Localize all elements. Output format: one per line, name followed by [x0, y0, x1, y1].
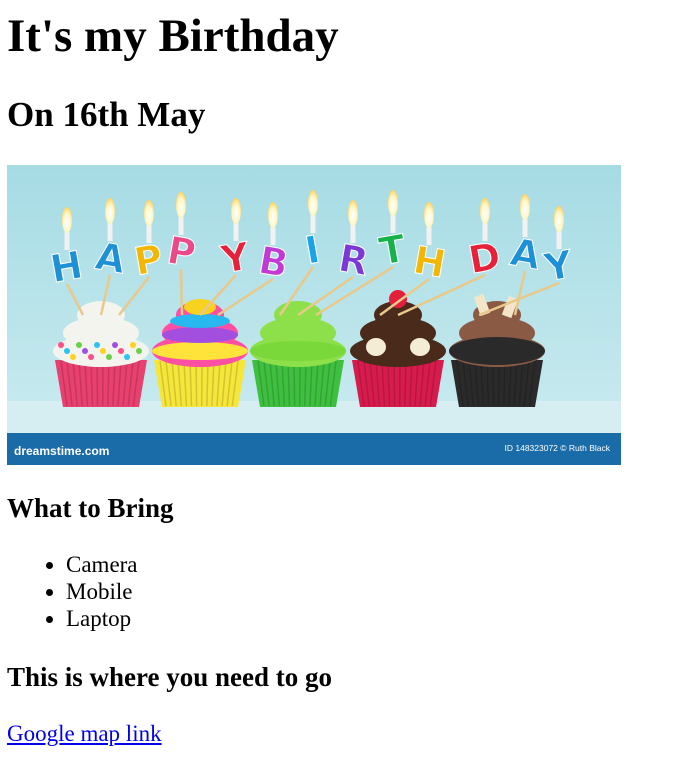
candle-flame: [105, 198, 115, 224]
sprinkle: [130, 342, 136, 348]
frosting-band: [170, 314, 230, 328]
sprinkle: [124, 354, 130, 360]
list-item: Mobile: [66, 578, 138, 605]
page-title: It's my Birthday: [7, 10, 339, 62]
banner-footer-brand: dreamstime.com: [14, 444, 109, 458]
wrapper-pleat: [492, 360, 495, 407]
wrapper-pleat: [96, 360, 99, 407]
candle-flame: [520, 194, 530, 220]
candle-flame: [268, 202, 278, 228]
list-item: Laptop: [66, 605, 138, 632]
sprinkle: [76, 342, 82, 348]
wrapper-pleat: [393, 360, 396, 407]
cream-dollop: [410, 338, 430, 356]
sprinkle: [82, 348, 88, 354]
bring-list: Camera Mobile Laptop: [7, 551, 138, 632]
sprinkle: [58, 342, 64, 348]
frosting-band: [162, 327, 238, 343]
sprinkle: [100, 348, 106, 354]
candle-flame: [231, 198, 241, 224]
google-map-link[interactable]: Google map link: [7, 720, 162, 747]
candle-flame: [388, 190, 398, 216]
wrapper-pleat: [293, 360, 296, 407]
sprinkle: [136, 348, 142, 354]
frosting-band: [250, 341, 346, 361]
candle-flame: [554, 206, 564, 232]
sprinkle: [70, 354, 76, 360]
page-subtitle: On 16th May: [7, 95, 206, 134]
sprinkle: [118, 348, 124, 354]
candle-flame: [144, 200, 154, 226]
sprinkle: [112, 342, 118, 348]
wrapper-pleat: [195, 360, 198, 407]
candle-flame: [176, 192, 186, 218]
sprinkle: [106, 354, 112, 360]
bring-heading: What to Bring: [7, 493, 174, 523]
candle-stick: [179, 268, 184, 316]
sprinkle: [64, 348, 70, 354]
sprinkle: [94, 342, 100, 348]
birthday-banner-image: HAPPYBIRTHDAY dreamstime.com ID 14832307…: [7, 165, 621, 465]
candle-flame: [480, 198, 490, 224]
sprinkle: [88, 354, 94, 360]
cream-dollop: [366, 338, 386, 356]
candle-flame: [348, 200, 358, 226]
candle-flame: [62, 207, 72, 233]
list-item: Camera: [66, 551, 138, 578]
candle-flame: [424, 202, 434, 228]
candle-flame: [308, 190, 318, 216]
location-heading: This is where you need to go: [7, 662, 333, 692]
chocolate-flakes: [449, 337, 545, 365]
banner-footer-credit: ID 148323072 © Ruth Black: [505, 443, 611, 453]
frosting-band: [152, 342, 248, 360]
